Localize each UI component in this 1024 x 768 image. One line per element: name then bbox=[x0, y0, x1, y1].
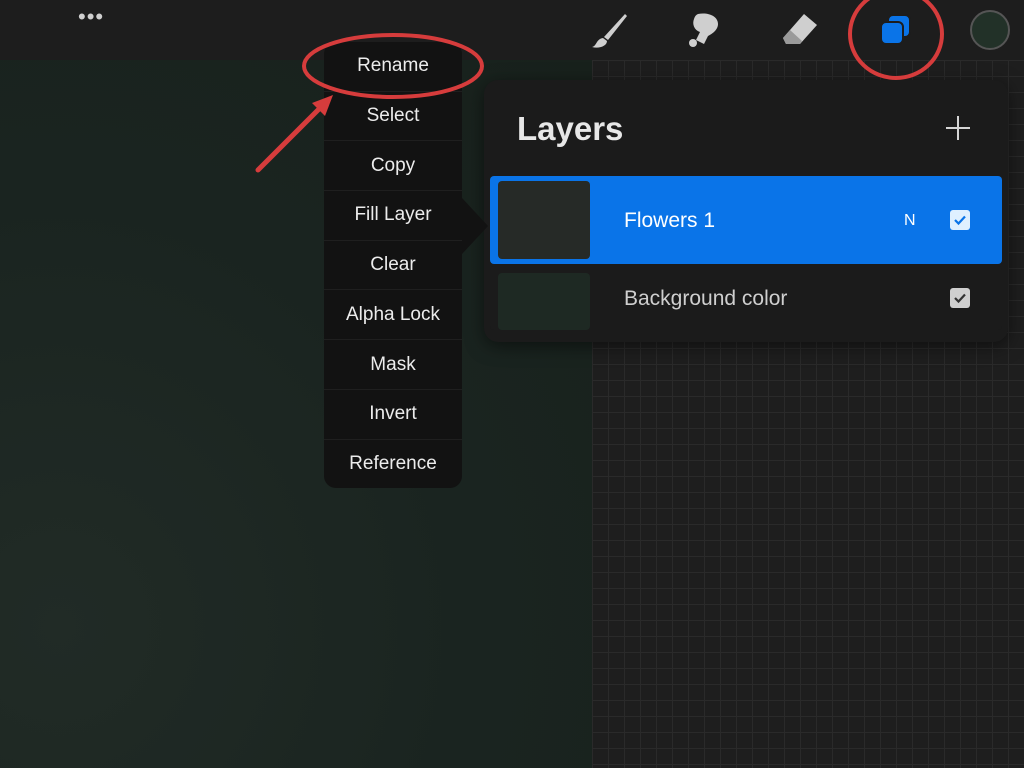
menu-item-reference[interactable]: Reference bbox=[324, 440, 462, 490]
menu-pointer bbox=[462, 198, 488, 254]
menu-item-clear[interactable]: Clear bbox=[324, 241, 462, 291]
plus-icon[interactable] bbox=[940, 110, 976, 146]
layer-thumbnail bbox=[498, 273, 590, 330]
toolbar: ••• bbox=[0, 0, 1024, 60]
menu-item-copy[interactable]: Copy bbox=[324, 141, 462, 192]
color-swatch[interactable] bbox=[968, 8, 1012, 52]
smudge-icon[interactable] bbox=[682, 8, 726, 52]
layer-row-background-color[interactable]: Background color bbox=[490, 266, 1002, 330]
layer-name: Background color bbox=[624, 287, 788, 310]
more-options-icon[interactable]: ••• bbox=[78, 4, 104, 30]
menu-item-invert[interactable]: Invert bbox=[324, 390, 462, 440]
eraser-icon[interactable] bbox=[778, 8, 822, 52]
layers-panel-title: Layers bbox=[517, 110, 624, 147]
layer-name: Flowers 1 bbox=[624, 209, 716, 232]
layers-icon[interactable] bbox=[874, 8, 918, 52]
checkmark-icon bbox=[954, 215, 966, 226]
layer-visibility-checkbox[interactable] bbox=[950, 288, 970, 308]
layers-panel: Layers Flowers 1 N Background color bbox=[484, 80, 1008, 342]
menu-item-rename[interactable]: Rename bbox=[324, 42, 462, 92]
menu-item-select[interactable]: Select bbox=[324, 92, 462, 142]
layer-thumbnail bbox=[498, 181, 590, 259]
brush-icon[interactable] bbox=[588, 8, 632, 52]
menu-item-fill-layer[interactable]: Fill Layer bbox=[324, 191, 462, 241]
menu-item-mask[interactable]: Mask bbox=[324, 340, 462, 390]
layer-visibility-checkbox[interactable] bbox=[950, 210, 970, 230]
layer-row-flowers-1[interactable]: Flowers 1 N bbox=[490, 176, 1002, 264]
blend-mode-button[interactable]: N bbox=[904, 212, 916, 230]
menu-item-alpha-lock[interactable]: Alpha Lock bbox=[324, 291, 462, 341]
layer-options-menu: Rename Select Copy Fill Layer Clear Alph… bbox=[324, 42, 462, 488]
checkmark-icon bbox=[954, 293, 966, 304]
